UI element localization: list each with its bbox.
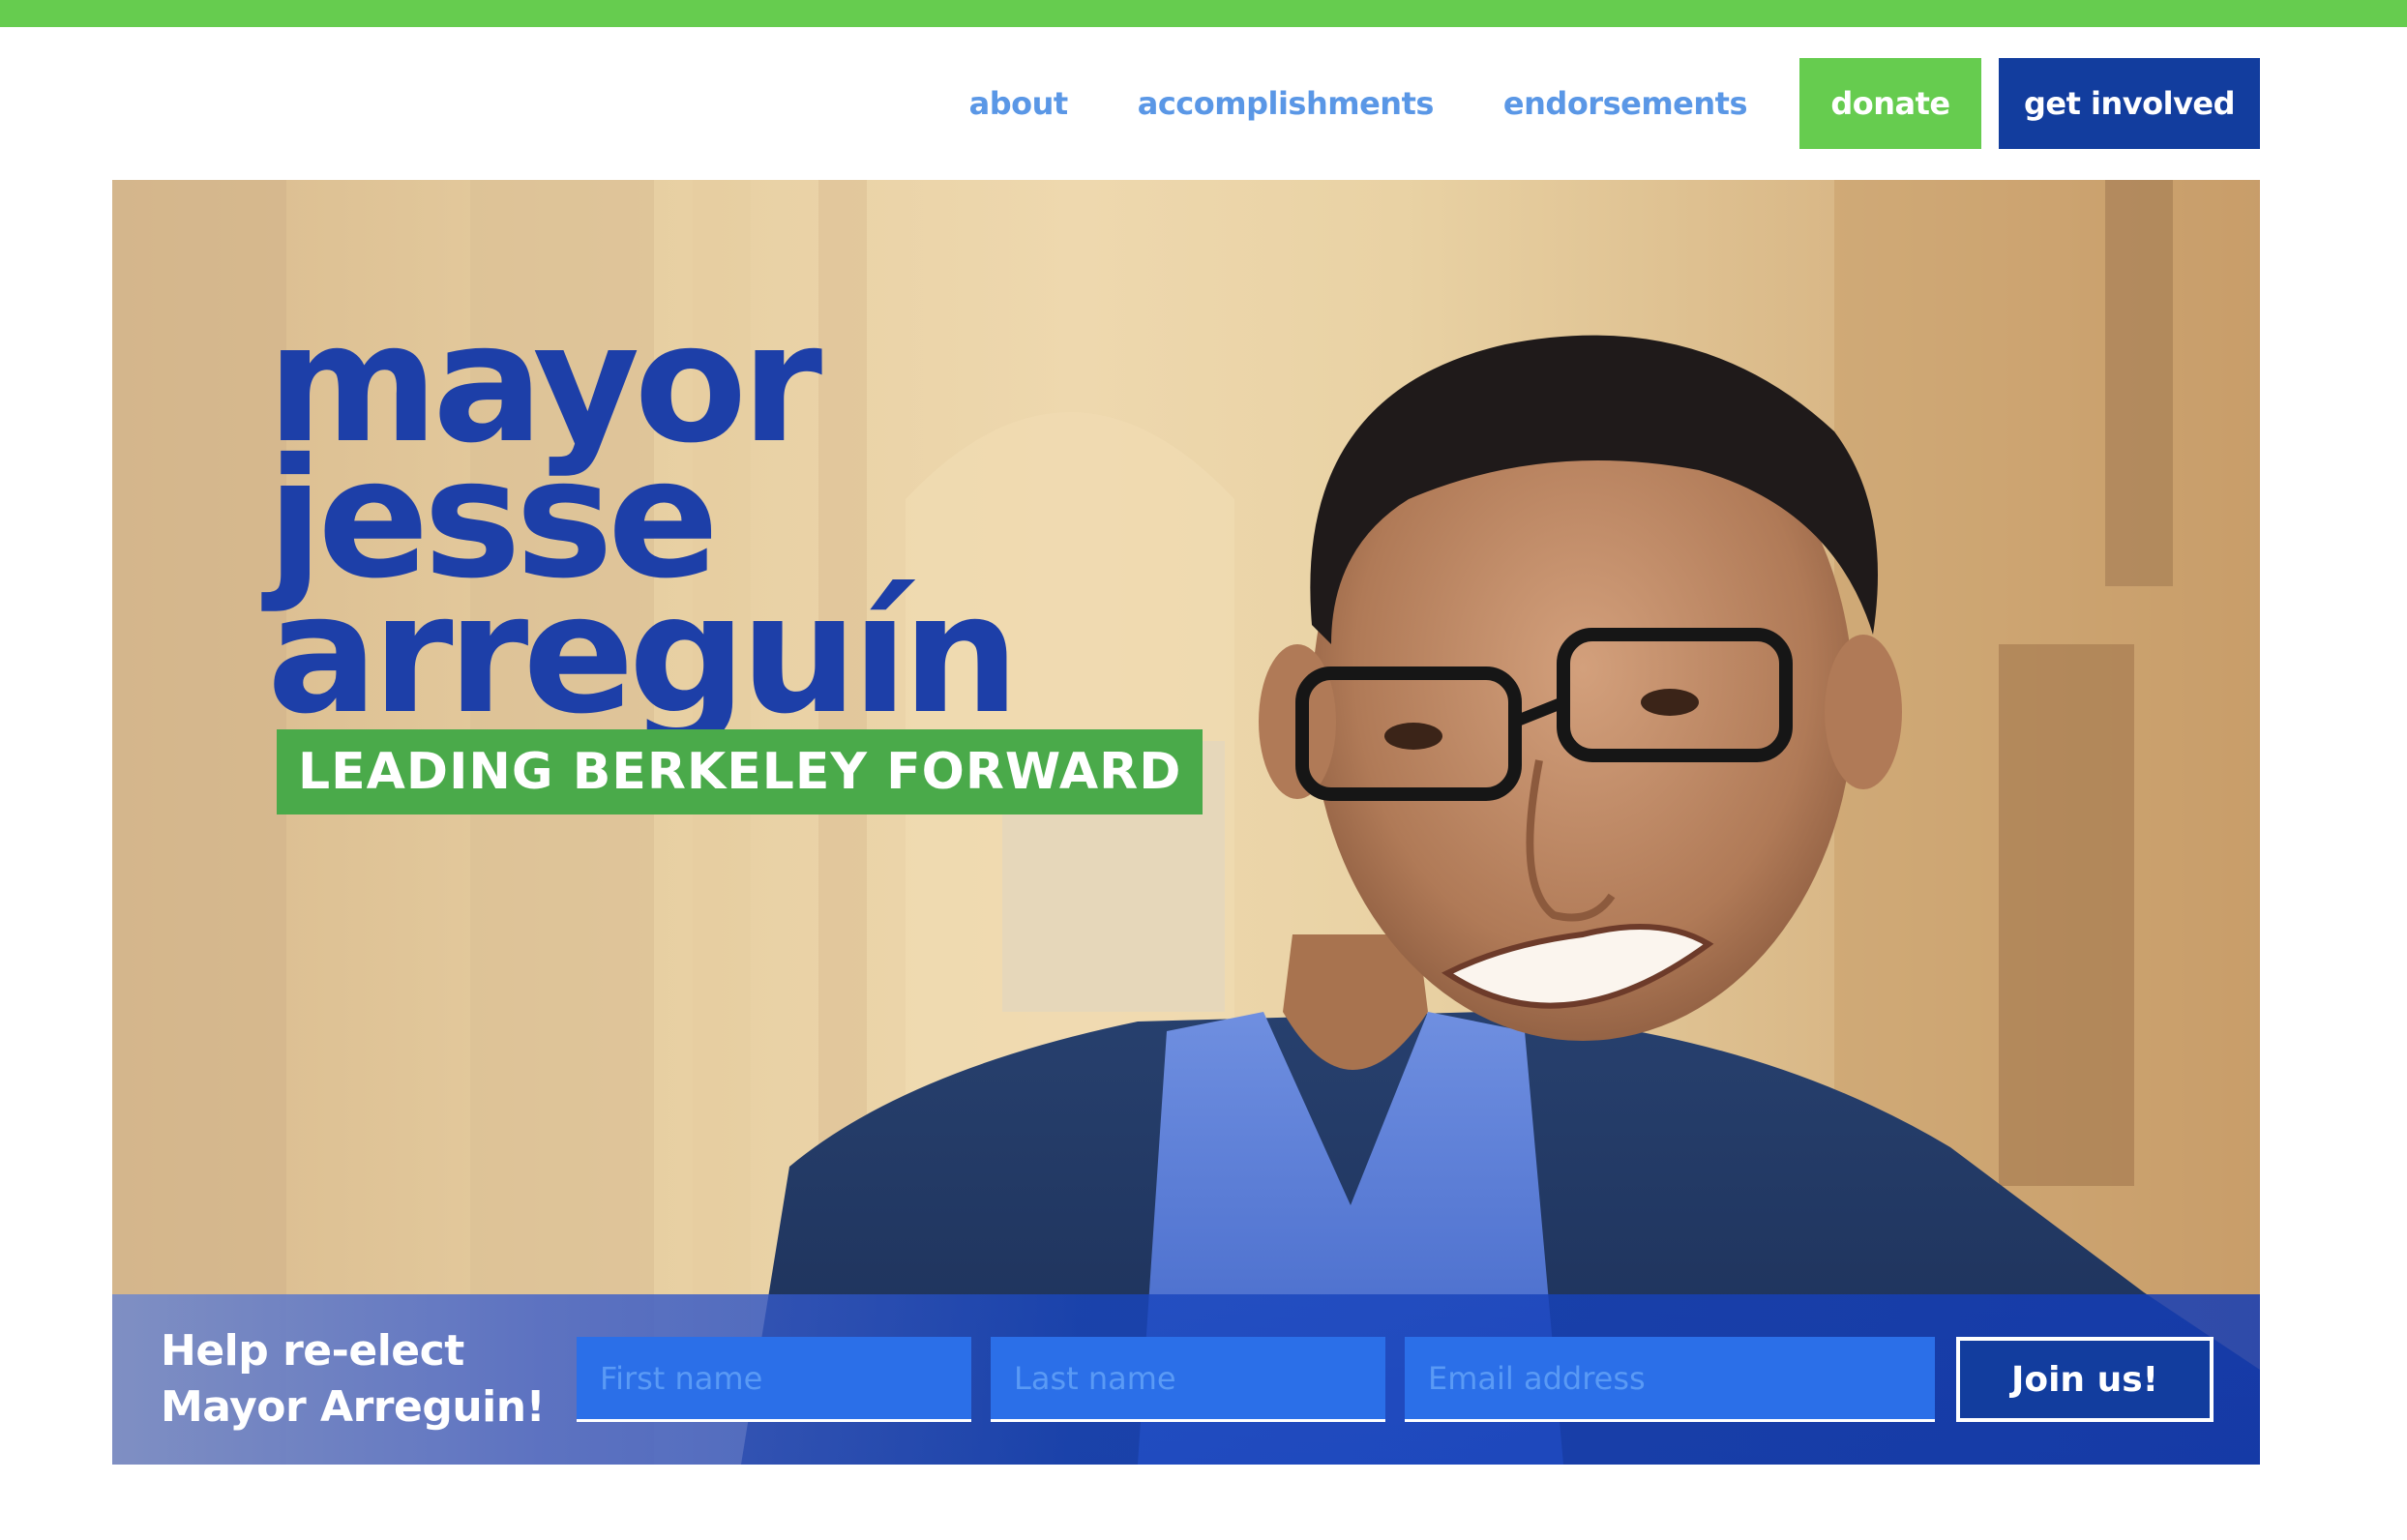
hero-headline: mayor jesse arreguín: [267, 302, 1138, 752]
nav-link-endorsements[interactable]: endorsements: [1503, 85, 1748, 122]
email-input[interactable]: [1405, 1337, 1935, 1422]
hero-section: mayor jesse arreguín LEADING BERKELEY FO…: [112, 180, 2260, 1465]
signup-form: Help re-elect Mayor Arreguin! Join us!: [112, 1294, 2260, 1465]
first-name-input[interactable]: [577, 1337, 971, 1422]
headline-line-3: arreguín: [267, 559, 1020, 752]
nav-link-about[interactable]: about: [969, 85, 1069, 122]
last-name-input[interactable]: [991, 1337, 1385, 1422]
donate-button[interactable]: donate: [1799, 58, 1981, 149]
tagline-badge: LEADING BERKELEY FORWARD: [277, 729, 1204, 814]
signup-title: Help re-elect Mayor Arreguin!: [161, 1326, 546, 1432]
get-involved-button[interactable]: get involved: [1999, 58, 2260, 149]
join-button[interactable]: Join us!: [1956, 1337, 2214, 1422]
nav-link-accomplishments[interactable]: accomplishments: [1138, 85, 1435, 122]
top-accent-bar: [0, 0, 2407, 27]
main-nav: about accomplishments endorsements donat…: [969, 58, 2260, 149]
